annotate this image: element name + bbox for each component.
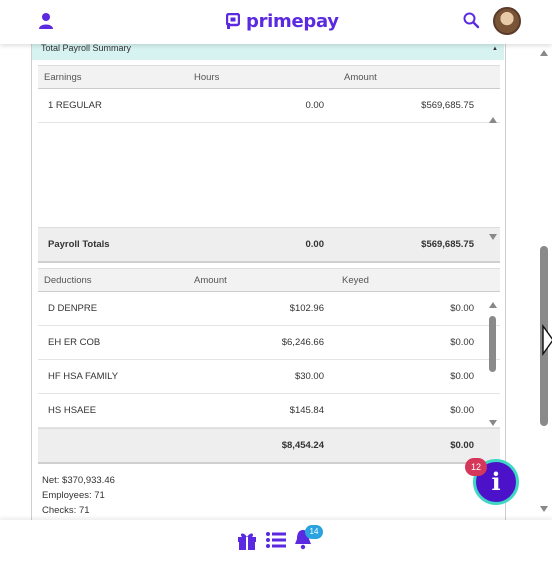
notification-badge: 12 (465, 458, 487, 476)
earnings-table: Earnings Hours Amount 1 REGULAR 0.00 $56… (38, 65, 500, 263)
deduction-amount: $6,246.66 (281, 337, 324, 348)
top-bar: primepay (0, 0, 552, 44)
check-count: Checks: 71 (42, 505, 90, 516)
table-row[interactable]: HF HSA FAMILY $30.00 $0.00 (38, 360, 500, 394)
page-scroll-up-icon[interactable] (540, 50, 548, 56)
deduction-name: D DENPRE (48, 303, 98, 314)
totals-hours: 0.00 (305, 239, 325, 250)
deduction-name: HF HSA FAMILY (48, 371, 119, 382)
table-row[interactable]: EH ER COB $6,246.66 $0.00 (38, 326, 500, 360)
earning-hours: 0.00 (305, 100, 325, 111)
deduction-keyed: $0.00 (450, 303, 474, 314)
deduction-keyed: $0.00 (450, 371, 474, 382)
scroll-down-icon[interactable] (489, 420, 497, 426)
deduction-name: EH ER COB (48, 337, 101, 348)
deduction-keyed: $0.00 (450, 337, 474, 348)
totals-label: Payroll Totals (48, 239, 110, 250)
payroll-stats: Net: $370,933.46 Employees: 71 Checks: 7… (42, 473, 115, 518)
scroll-up-icon[interactable] (489, 117, 497, 123)
panel-border-right (505, 44, 506, 520)
scroll-down-icon[interactable] (489, 234, 497, 240)
panel-border-left (31, 44, 32, 520)
search-icon[interactable] (462, 11, 480, 29)
col-deductions[interactable]: Deductions (38, 275, 188, 286)
primepay-logo[interactable]: primepay (226, 9, 339, 33)
earnings-empty-area (38, 123, 500, 227)
earning-amount: $569,685.75 (421, 100, 474, 111)
deduction-amount: $30.00 (294, 371, 324, 382)
collapse-caret-icon[interactable]: ▲ (492, 45, 498, 53)
summary-header[interactable]: Total Payroll Summary ▲ (32, 44, 504, 60)
mouse-cursor-icon (542, 324, 552, 357)
col-amount[interactable]: Amount (188, 275, 336, 286)
logo-text: primepay (246, 10, 339, 32)
payroll-totals-row: Payroll Totals 0.00 $569,685.75 (38, 227, 500, 263)
earnings-header-row: Earnings Hours Amount (38, 65, 500, 89)
earning-name: 1 REGULAR (48, 100, 102, 111)
net-total: Net: $370,933.46 (42, 475, 115, 486)
deduction-name: HS HSAEE (48, 405, 97, 416)
table-row[interactable]: D DENPRE $102.96 $0.00 (38, 292, 500, 326)
deduction-amount: $145.84 (289, 405, 324, 416)
table-row[interactable]: 1 REGULAR 0.00 $569,685.75 (38, 89, 500, 123)
deduction-amount: $102.96 (289, 303, 324, 314)
scroll-up-icon[interactable] (489, 302, 497, 308)
summary-title: Total Payroll Summary (41, 43, 132, 53)
col-amount[interactable]: Amount (338, 72, 488, 83)
bottom-nav: 14 (0, 520, 552, 570)
deductions-table: Deductions Amount Keyed D DENPRE $102.96… (38, 268, 500, 464)
deductions-totals-row: $8,454.24 $0.00 (38, 428, 500, 464)
main-content: Total Payroll Summary ▲ Earnings Hours A… (0, 44, 552, 520)
col-earnings[interactable]: Earnings (38, 72, 188, 83)
col-keyed[interactable]: Keyed (336, 275, 486, 286)
user-icon[interactable] (38, 12, 54, 30)
page-scroll-down-icon[interactable] (540, 506, 548, 512)
deductions-totals-keyed: $0.00 (450, 440, 474, 451)
deductions-scrollbar[interactable] (486, 294, 500, 430)
gift-icon[interactable] (236, 529, 258, 551)
bell-badge: 14 (305, 525, 323, 539)
earnings-scrollbar[interactable] (486, 113, 500, 243)
list-icon[interactable] (265, 530, 287, 550)
totals-amount: $569,685.75 (421, 239, 474, 250)
deductions-header-row: Deductions Amount Keyed (38, 268, 500, 292)
col-hours[interactable]: Hours (188, 72, 338, 83)
deduction-keyed: $0.00 (450, 405, 474, 416)
info-icon: i (491, 467, 501, 496)
employee-count: Employees: 71 (42, 490, 105, 501)
primepay-mark-icon (226, 13, 240, 29)
avatar[interactable] (493, 7, 521, 35)
deductions-totals-amount: $8,454.24 (281, 440, 324, 451)
page-scrollbar[interactable] (537, 44, 551, 520)
scroll-thumb[interactable] (489, 316, 496, 372)
table-row[interactable]: HS HSAEE $145.84 $0.00 (38, 394, 500, 428)
